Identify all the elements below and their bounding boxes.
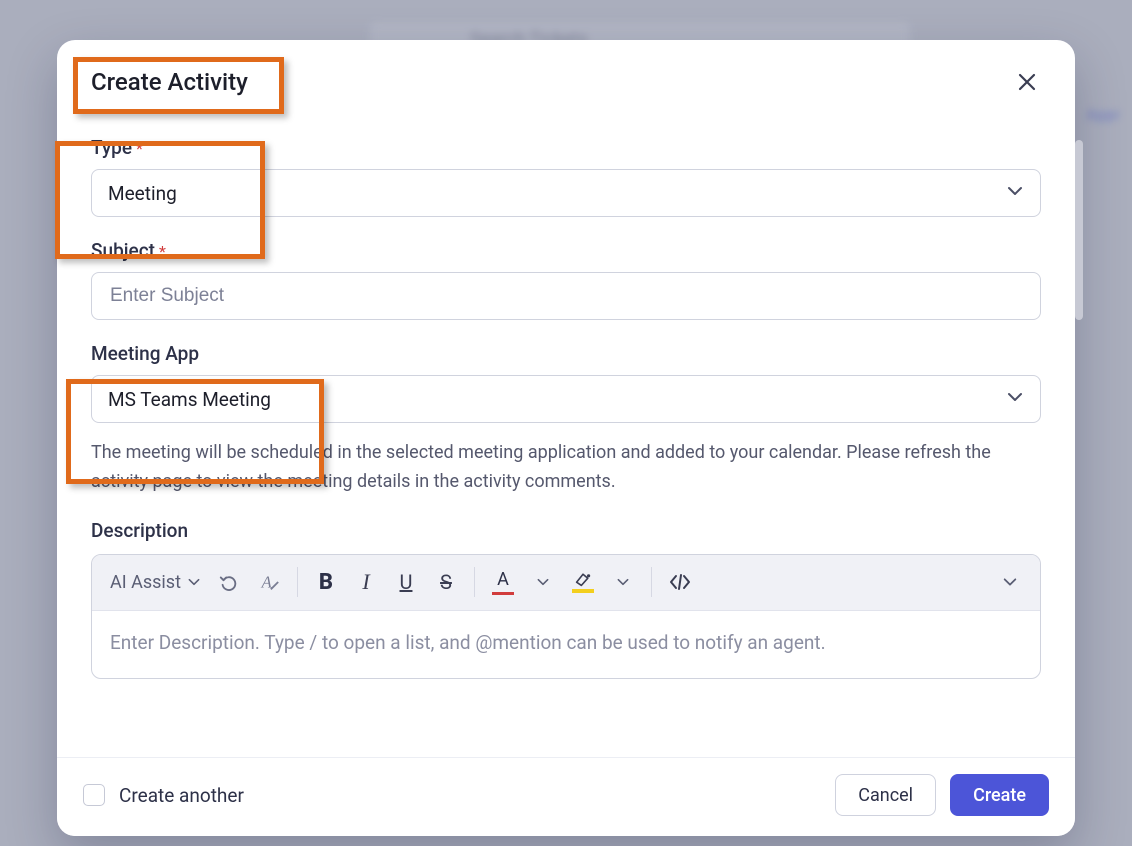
create-button[interactable]: Create bbox=[950, 774, 1049, 816]
field-type: Type* Meeting bbox=[91, 136, 1041, 217]
ai-assist-button[interactable]: AI Assist bbox=[102, 562, 209, 602]
field-description: Description AI Assist A B I bbox=[91, 519, 1041, 679]
meeting-app-select[interactable]: MS Teams Meeting bbox=[91, 375, 1041, 423]
undo-button[interactable] bbox=[209, 562, 249, 602]
highlight-icon bbox=[572, 571, 594, 593]
type-required-icon: * bbox=[136, 139, 143, 158]
chevron-down-icon bbox=[1006, 388, 1024, 411]
meeting-app-label: Meeting App bbox=[91, 342, 199, 365]
modal-title: Create Activity bbox=[91, 68, 248, 96]
field-meeting-app: Meeting App MS Teams Meeting The meeting… bbox=[91, 342, 1041, 497]
bold-button[interactable]: B bbox=[306, 562, 346, 602]
close-button[interactable] bbox=[1013, 68, 1041, 96]
undo-icon bbox=[218, 571, 240, 593]
toolbar-divider bbox=[651, 567, 652, 597]
chevron-down-icon bbox=[536, 575, 550, 589]
underline-button[interactable]: U bbox=[386, 562, 426, 602]
chevron-down-icon bbox=[1002, 574, 1018, 590]
modal-body: Type* Meeting Subject* Meeting App MS Te… bbox=[57, 104, 1075, 757]
editor-toolbar: AI Assist A B I U S A bbox=[92, 555, 1040, 611]
create-another-label: Create another bbox=[119, 784, 244, 807]
strikethrough-button[interactable]: S bbox=[426, 562, 466, 602]
code-icon bbox=[668, 572, 692, 592]
modal-scrollbar[interactable] bbox=[1075, 140, 1083, 320]
toolbar-divider bbox=[297, 567, 298, 597]
create-another-wrap: Create another bbox=[83, 784, 244, 807]
type-select[interactable]: Meeting bbox=[91, 169, 1041, 217]
clear-format-icon: A bbox=[258, 571, 280, 593]
strikethrough-icon: S bbox=[440, 570, 452, 594]
description-label: Description bbox=[91, 519, 188, 542]
chevron-down-icon bbox=[187, 575, 201, 589]
ai-assist-label: AI Assist bbox=[110, 572, 181, 593]
type-select-value: Meeting bbox=[108, 182, 177, 205]
more-tools-button[interactable] bbox=[990, 562, 1030, 602]
create-another-checkbox[interactable] bbox=[83, 784, 105, 806]
subject-label: Subject bbox=[91, 239, 155, 262]
modal-header: Create Activity bbox=[57, 40, 1075, 104]
text-color-icon: A bbox=[492, 569, 514, 595]
field-subject: Subject* bbox=[91, 239, 1041, 320]
close-icon bbox=[1018, 73, 1036, 91]
meeting-app-helper: The meeting will be scheduled in the sel… bbox=[91, 439, 1041, 497]
bold-icon: B bbox=[319, 570, 333, 595]
highlight-dropdown[interactable] bbox=[603, 562, 643, 602]
clear-format-button[interactable]: A bbox=[249, 562, 289, 602]
create-activity-modal: Create Activity Type* Meeting Subject* M… bbox=[57, 40, 1075, 836]
description-editor: AI Assist A B I U S A bbox=[91, 554, 1041, 679]
subject-required-icon: * bbox=[159, 242, 166, 261]
code-button[interactable] bbox=[660, 562, 700, 602]
underline-icon: U bbox=[400, 570, 413, 594]
cancel-button[interactable]: Cancel bbox=[835, 774, 936, 816]
description-textarea[interactable]: Enter Description. Type / to open a list… bbox=[92, 611, 1040, 678]
meeting-app-select-value: MS Teams Meeting bbox=[108, 388, 271, 411]
subject-input[interactable] bbox=[108, 273, 1024, 319]
highlight-button[interactable] bbox=[563, 562, 603, 602]
footer-actions: Cancel Create bbox=[835, 774, 1049, 816]
italic-icon: I bbox=[362, 569, 369, 595]
chevron-down-icon bbox=[1006, 182, 1024, 205]
italic-button[interactable]: I bbox=[346, 562, 386, 602]
subject-input-wrap bbox=[91, 272, 1041, 320]
chevron-down-icon bbox=[616, 575, 630, 589]
text-color-dropdown[interactable] bbox=[523, 562, 563, 602]
text-color-button[interactable]: A bbox=[483, 562, 523, 602]
modal-footer: Create another Cancel Create bbox=[57, 757, 1075, 836]
type-label: Type bbox=[91, 136, 132, 159]
toolbar-divider bbox=[474, 567, 475, 597]
